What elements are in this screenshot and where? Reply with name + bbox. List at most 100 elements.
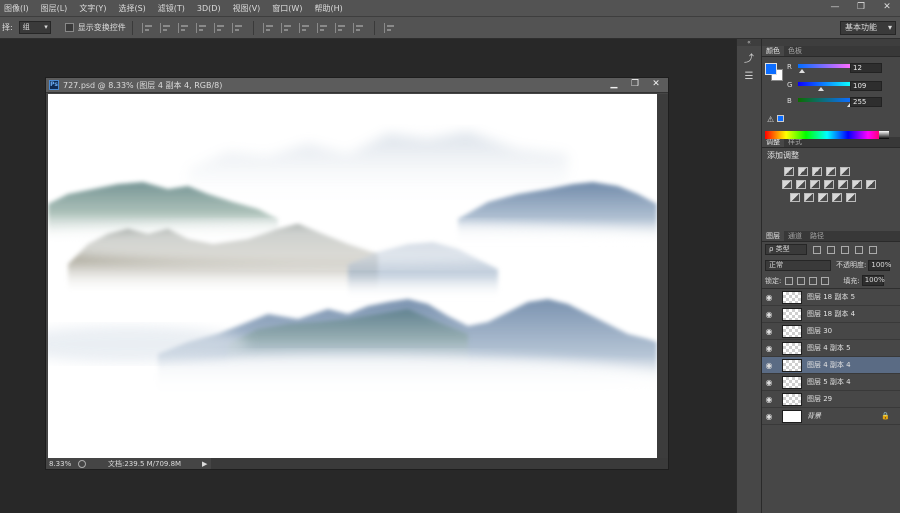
status-info-icon[interactable] xyxy=(78,459,86,468)
close-button[interactable]: ✕ xyxy=(874,0,900,13)
align-vcenter-icon[interactable] xyxy=(159,22,172,33)
gradient-triangle-icon[interactable] xyxy=(840,167,850,176)
channel-b-value[interactable]: 255 xyxy=(850,97,882,107)
layer-row-selected[interactable]: ◉ 图层 4 副本 4 xyxy=(762,357,900,374)
channel-mixer-icon[interactable] xyxy=(852,180,862,189)
layer-row-background[interactable]: ◉ 背景 🔒 xyxy=(762,408,900,425)
photo-filter-icon[interactable] xyxy=(838,180,848,189)
status-menu-arrow-icon[interactable]: ▶ xyxy=(202,460,207,468)
vertical-scrollbar[interactable] xyxy=(657,94,668,459)
channel-g-knob[interactable] xyxy=(818,87,824,91)
lock-position-icon[interactable] xyxy=(809,276,818,285)
gradient-map-icon[interactable] xyxy=(846,193,856,202)
align-right-icon[interactable] xyxy=(231,22,244,33)
lock-image-icon[interactable] xyxy=(797,276,806,285)
tab-paths[interactable]: 路径 xyxy=(806,231,828,241)
properties-panel-icon[interactable]: ☰ xyxy=(739,68,759,84)
layer-row[interactable]: ◉ 图层 29 xyxy=(762,391,900,408)
layer-name[interactable]: 图层 29 xyxy=(807,394,832,404)
color-lookup-icon[interactable] xyxy=(866,180,876,189)
align-hcenter-icon[interactable] xyxy=(213,22,226,33)
selective-color-icon[interactable] xyxy=(832,193,842,202)
channel-g-value[interactable]: 109 xyxy=(850,81,882,91)
foreground-color-swatch[interactable] xyxy=(765,63,777,75)
canvas-image[interactable] xyxy=(48,94,657,459)
color-balance-icon[interactable] xyxy=(810,180,820,189)
web-safe-color-swatch[interactable] xyxy=(777,115,784,122)
menu-3d[interactable]: 3D(D) xyxy=(191,4,227,13)
doc-close-button[interactable]: ✕ xyxy=(646,78,666,90)
filter-shape-icon[interactable] xyxy=(855,245,863,254)
layer-name[interactable]: 图层 18 副本 4 xyxy=(807,309,855,319)
zoom-level[interactable]: 8.33% xyxy=(46,460,76,468)
filter-adjustment-icon[interactable] xyxy=(827,245,835,254)
doc-minimize-button[interactable]: ▁ xyxy=(604,78,624,90)
channel-r-knob[interactable] xyxy=(799,69,805,73)
visibility-eye-icon[interactable]: ◉ xyxy=(762,327,776,336)
align-bottom-icon[interactable] xyxy=(177,22,190,33)
layer-row[interactable]: ◉ 图层 4 副本 5 xyxy=(762,340,900,357)
tab-color[interactable]: 颜色 xyxy=(762,46,784,56)
layer-name[interactable]: 图层 4 副本 4 xyxy=(807,360,851,370)
tab-swatches[interactable]: 色板 xyxy=(784,46,806,56)
distribute-left-icon[interactable] xyxy=(316,22,329,33)
color-spectrum-bar[interactable] xyxy=(765,131,889,139)
visibility-eye-icon[interactable]: ◉ xyxy=(762,378,776,387)
vibrance-icon[interactable] xyxy=(782,180,792,189)
horizontal-scrollbar[interactable] xyxy=(211,458,668,469)
hue-saturation-icon[interactable] xyxy=(796,180,806,189)
restore-button[interactable]: ❐ xyxy=(848,0,874,13)
channel-g-slider[interactable] xyxy=(798,82,850,86)
layer-name[interactable]: 图层 5 副本 4 xyxy=(807,377,851,387)
distribute-right-icon[interactable] xyxy=(352,22,365,33)
doc-maximize-button[interactable]: ❐ xyxy=(625,78,645,90)
channel-r-value[interactable]: 12 xyxy=(850,63,882,73)
black-white-icon[interactable] xyxy=(824,180,834,189)
tab-channels[interactable]: 通道 xyxy=(784,231,806,241)
lock-transparent-icon[interactable] xyxy=(785,276,794,285)
menu-image[interactable]: 图像(I) xyxy=(0,3,35,14)
layer-name[interactable]: 图层 18 副本 5 xyxy=(807,292,855,302)
visibility-eye-icon[interactable]: ◉ xyxy=(762,310,776,319)
black-white-ramp[interactable] xyxy=(879,131,889,139)
layer-name[interactable]: 图层 30 xyxy=(807,326,832,336)
show-transform-checkbox[interactable] xyxy=(64,23,74,32)
opacity-value[interactable]: 100% xyxy=(868,259,891,271)
filter-pixel-icon[interactable] xyxy=(813,245,821,254)
auto-select-dropdown[interactable]: 组 xyxy=(18,21,51,34)
visibility-eye-icon[interactable]: ◉ xyxy=(762,293,776,302)
brightness-contrast-icon[interactable] xyxy=(784,167,794,176)
visibility-eye-icon[interactable]: ◉ xyxy=(762,361,776,370)
menu-window[interactable]: 窗口(W) xyxy=(266,3,308,14)
visibility-eye-icon[interactable]: ◉ xyxy=(762,395,776,404)
auto-align-icon[interactable] xyxy=(383,22,396,33)
minimize-button[interactable]: — xyxy=(822,0,848,13)
distribute-bottom-icon[interactable] xyxy=(298,22,311,33)
threshold-icon[interactable] xyxy=(818,193,828,202)
layer-row[interactable]: ◉ 图层 18 副本 5 xyxy=(762,289,900,306)
filter-smart-object-icon[interactable] xyxy=(869,245,877,254)
channel-b-slider[interactable] xyxy=(798,98,850,102)
layer-row[interactable]: ◉ 图层 18 副本 4 xyxy=(762,306,900,323)
exposure-icon[interactable] xyxy=(826,167,836,176)
document-titlebar[interactable]: Ps 727.psd @ 8.33% (图层 4 副本 4, RGB/8) ▁ … xyxy=(46,78,668,93)
distribute-top-icon[interactable] xyxy=(262,22,275,33)
align-left-icon[interactable] xyxy=(195,22,208,33)
menu-filter[interactable]: 滤镜(T) xyxy=(152,3,191,14)
layer-name[interactable]: 图层 4 副本 5 xyxy=(807,343,851,353)
visibility-eye-icon[interactable]: ◉ xyxy=(762,412,776,421)
visibility-eye-icon[interactable]: ◉ xyxy=(762,344,776,353)
align-top-icon[interactable] xyxy=(141,22,154,33)
blend-mode-dropdown[interactable]: 正常 xyxy=(765,259,831,271)
menu-view[interactable]: 视图(V) xyxy=(227,3,267,14)
layer-name[interactable]: 背景 xyxy=(807,411,821,421)
distribute-hcenter-icon[interactable] xyxy=(334,22,347,33)
curves-icon[interactable] xyxy=(812,167,822,176)
distribute-vcenter-icon[interactable] xyxy=(280,22,293,33)
workspace-dropdown[interactable]: 基本功能 xyxy=(840,21,896,35)
invert-icon[interactable] xyxy=(790,193,800,202)
menu-layer[interactable]: 图层(L) xyxy=(35,3,74,14)
menu-select[interactable]: 选择(S) xyxy=(112,3,151,14)
tab-layers[interactable]: 图层 xyxy=(762,231,784,241)
history-panel-icon[interactable]: ⤴ xyxy=(739,49,759,65)
